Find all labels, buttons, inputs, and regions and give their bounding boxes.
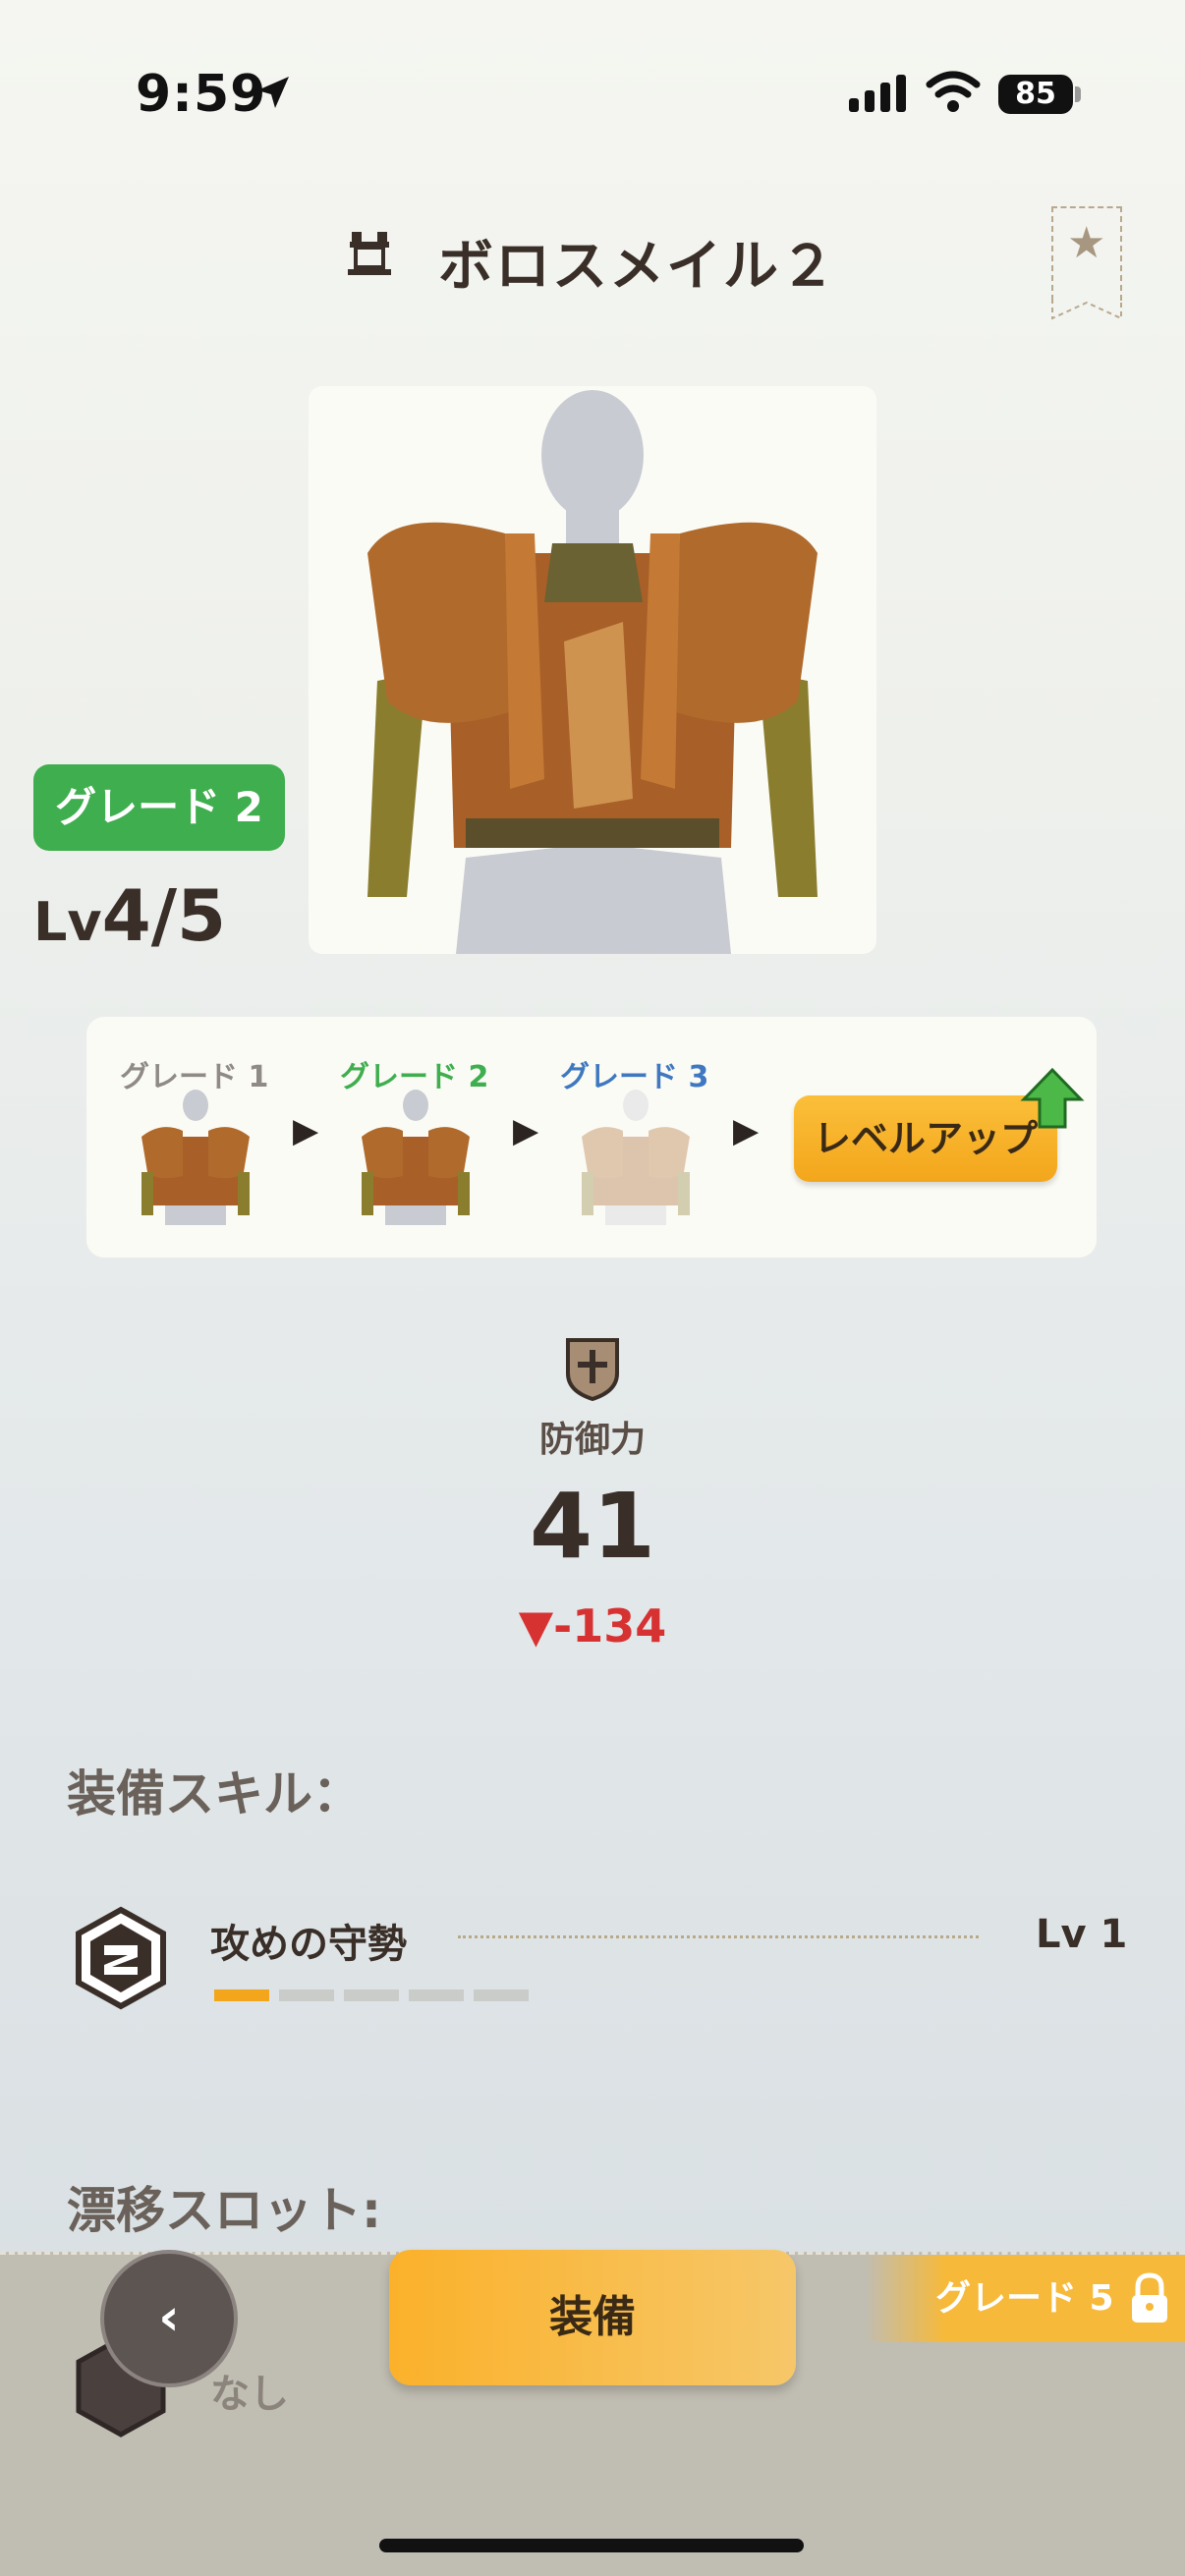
bookmark-notch (1051, 299, 1122, 320)
grade-3-thumbnail (582, 1090, 690, 1225)
drift-section-title: 漂移スロット: (67, 2182, 381, 2239)
stat-difference: ▼-134 (518, 1599, 667, 1652)
location-arrow-icon (257, 77, 289, 108)
grade-progression: グレード 1 グレード 2 グレード 3 ▶ ▶ ▶ レベルアップ (86, 1017, 1097, 1258)
star-icon: ★ (1067, 218, 1106, 268)
grade-badge: グレード 2 (33, 764, 285, 851)
armor-illustration (367, 390, 818, 954)
armor-category-icon (348, 232, 391, 275)
skills-section-title: 装備スキル： (67, 1765, 362, 1822)
stat-value: 41 (529, 1474, 656, 1579)
progression-arrow-icon: ▶ (733, 1111, 760, 1150)
progression-arrow-icon: ▶ (293, 1111, 319, 1150)
skill-level-pips (214, 1987, 538, 2005)
level-prefix: Lv (33, 891, 102, 953)
level-value: 4/5 (101, 874, 227, 957)
title-row: ボロスメイル２ (0, 216, 1185, 299)
stat-label: 防御力 (538, 1420, 646, 1460)
lock-icon (1132, 2272, 1167, 2323)
skill-pip (214, 1989, 269, 2001)
status-bar: 9:59 85 (0, 0, 1185, 187)
skill-pip (409, 1989, 464, 2001)
home-indicator (379, 2539, 804, 2552)
favorite-button[interactable]: ★ (1051, 206, 1122, 320)
level-up-button[interactable]: レベルアップ (794, 1095, 1057, 1182)
skill-pip (279, 1989, 334, 2001)
skill-name: 攻めの守勢 (210, 1922, 407, 1967)
battery-indicator: 85 (998, 75, 1073, 114)
up-arrow-icon (1020, 1067, 1085, 1129)
chevron-left-icon: ‹ (158, 2288, 180, 2347)
defense-shield-icon (566, 1338, 619, 1401)
grade-2-thumbnail (362, 1090, 470, 1225)
drift-slot-value: なし (210, 2372, 289, 2417)
signal-icon (849, 75, 906, 112)
wifi-icon (926, 71, 981, 112)
status-time: 9:59 (136, 65, 267, 124)
armor-preview-image (309, 386, 876, 954)
item-title: ボロスメイル２ (438, 235, 837, 299)
skill-pip (344, 1989, 399, 2001)
skill-level: Lv 1 (1036, 1912, 1128, 1957)
skill-pip (474, 1989, 529, 2001)
grade-1-thumbnail (141, 1090, 250, 1225)
skill-leader-line (458, 1935, 979, 1938)
equip-button[interactable]: 装備 (389, 2250, 796, 2385)
progression-arrow-icon: ▶ (513, 1111, 539, 1150)
back-button[interactable]: ‹ (100, 2250, 238, 2387)
battery-cap (1075, 86, 1081, 102)
skill-icon (76, 1906, 166, 2010)
level-display: Lv4/5 (33, 874, 226, 957)
